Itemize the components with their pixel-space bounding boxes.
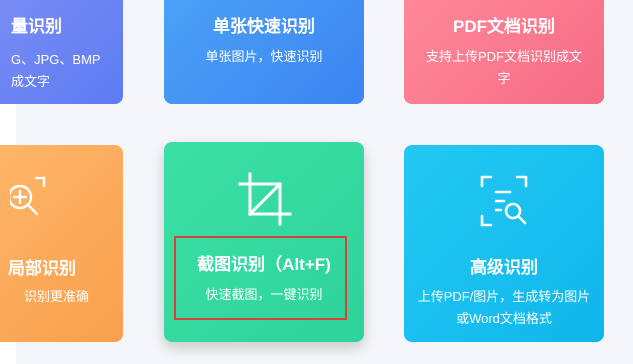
card-title: 量识别 — [11, 17, 62, 36]
zoom-in-icon — [10, 176, 46, 216]
card-title: 高级识别 — [470, 258, 538, 277]
highlight-box — [174, 236, 347, 320]
card-description: 单张图片，快速识别 — [205, 49, 323, 64]
pdf-recognition-card[interactable]: PDF文档识别 支持上传PDF文档识别成文字 — [404, 0, 604, 104]
document-search-icon — [480, 175, 528, 227]
card-description: G、JPG、BMP 成文字 — [11, 49, 101, 93]
card-description-line: G、JPG、BMP — [11, 52, 101, 67]
card-description: 识别更准确 — [24, 289, 90, 304]
card-title: 单张快速识别 — [213, 17, 315, 36]
single-fast-recognition-card[interactable]: 单张快速识别 单张图片，快速识别 — [164, 0, 364, 104]
card-description: 支持上传PDF文档识别成文字 — [426, 49, 583, 86]
card-title: 局部识别 — [8, 259, 76, 278]
crop-icon — [238, 172, 292, 226]
card-description-line: 成文字 — [11, 74, 51, 89]
card-title: PDF文档识别 — [453, 17, 555, 36]
screenshot-recognition-card[interactable]: 截图识别（Alt+F) 快速截图，一键识别 — [164, 142, 364, 342]
ocr-feature-grid: 量识别 G、JPG、BMP 成文字 单张快速识别 单张图片，快速识别 PDF文档… — [0, 0, 633, 364]
batch-format-recognition-card[interactable]: 量识别 G、JPG、BMP 成文字 — [0, 0, 123, 104]
advanced-recognition-card[interactable]: 高级识别 上传PDF/图片，生成转为图片或Word文档格式 — [404, 145, 604, 342]
local-recognition-card[interactable]: 局部识别 识别更准确 — [0, 145, 123, 342]
card-description: 上传PDF/图片，生成转为图片或Word文档格式 — [417, 289, 591, 326]
